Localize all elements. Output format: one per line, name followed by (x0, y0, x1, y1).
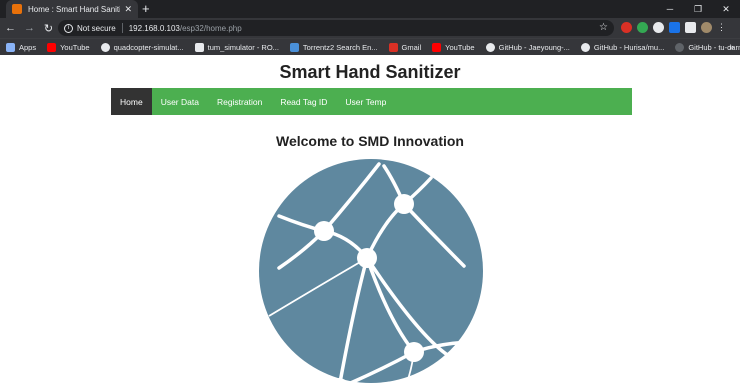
bookmark-star-icon[interactable]: ☆ (599, 22, 608, 33)
nav-user-data[interactable]: User Data (152, 88, 208, 115)
url-host[interactable]: 192.168.0.103 (129, 24, 180, 33)
new-tab-icon[interactable]: + (142, 2, 150, 15)
bookmark-youtube[interactable]: YouTube (432, 42, 475, 52)
bookmark-label: Torrentz2 Search En... (302, 42, 378, 52)
minimize-icon[interactable]: ─ (656, 0, 684, 18)
extensions-area: ⋮ (621, 22, 726, 33)
apps-grid-icon (6, 42, 15, 52)
omnibox-divider (121, 23, 123, 33)
bookmarks-overflow-icon[interactable]: » (729, 42, 734, 52)
extension-icon[interactable] (653, 22, 664, 33)
browser-chrome: Home : Smart Hand Sanitizer ✕ + ─ ❐ ✕ ← … (0, 0, 740, 55)
bookmark-github[interactable]: GitHub - Hurisa/mu... (580, 42, 665, 52)
nav-read-tag-id[interactable]: Read Tag ID (271, 88, 336, 115)
reload-icon[interactable]: ↻ (40, 20, 57, 37)
browser-toolbar: ← → ↻ i Not secure 192.168.0.103/esp32/h… (0, 18, 740, 38)
forward-icon[interactable]: → (21, 20, 38, 37)
github-icon (100, 42, 110, 52)
bookmark-github[interactable]: quadcopter-simulat... (100, 42, 184, 52)
gmail-icon (388, 42, 398, 52)
bookmark-apps[interactable]: Apps (6, 42, 37, 52)
bookmark-gmail[interactable]: Gmail (388, 42, 422, 52)
page-content: Smart Hand Sanitizer Home User Data Regi… (0, 55, 740, 391)
extension-icon[interactable] (669, 22, 680, 33)
bookmark-label: tum_simulator - RO... (207, 42, 279, 52)
network-node (357, 248, 377, 268)
bookmark-youtube[interactable]: YouTube (47, 42, 90, 52)
nav-registration[interactable]: Registration (208, 88, 271, 115)
ros-icon (194, 42, 204, 52)
bookmark-label: YouTube (445, 42, 475, 52)
bookmark-ros[interactable]: tum_simulator - RO... (194, 42, 279, 52)
nav-home[interactable]: Home (111, 88, 152, 115)
nav-user-temp[interactable]: User Temp (336, 88, 395, 115)
extension-icon[interactable] (621, 22, 632, 33)
youtube-icon (432, 42, 442, 52)
site-navbar: Home User Data Registration Read Tag ID … (111, 88, 632, 115)
tab-title: Home : Smart Hand Sanitizer (28, 4, 121, 14)
site-title: Smart Hand Sanitizer (279, 62, 461, 82)
extension-icon[interactable] (637, 22, 648, 33)
github-icon (580, 42, 590, 52)
bookmark-label: Gmail (401, 42, 422, 52)
network-node (314, 221, 334, 241)
window-controls: ─ ❐ ✕ (656, 0, 740, 18)
avatar[interactable] (701, 22, 712, 33)
security-label[interactable]: Not secure (77, 24, 116, 33)
url-path[interactable]: /esp32/home.php (180, 24, 242, 33)
youtube-icon (47, 42, 57, 52)
network-globe-logo (259, 159, 485, 386)
torrentz-icon (289, 42, 299, 52)
bookmark-label: Apps (19, 42, 37, 52)
bookmark-label: GitHub - Jaeyoung-... (498, 42, 570, 52)
network-node (467, 332, 485, 352)
puzzle-icon[interactable] (685, 22, 696, 33)
maximize-icon[interactable]: ❐ (684, 0, 712, 18)
tab-strip: Home : Smart Hand Sanitizer ✕ + ─ ❐ ✕ (0, 0, 740, 18)
bookmark-torrentz[interactable]: Torrentz2 Search En... (289, 42, 378, 52)
close-window-icon[interactable]: ✕ (712, 0, 740, 18)
network-node (404, 342, 424, 362)
bookmark-github[interactable]: GitHub - Jaeyoung-... (485, 42, 570, 52)
welcome-heading: Welcome to SMD Innovation (276, 133, 464, 149)
github-icon (675, 42, 685, 52)
bookmark-label: quadcopter-simulat... (113, 42, 184, 52)
bookmark-label: GitHub - Hurisa/mu... (593, 42, 665, 52)
close-tab-icon[interactable]: ✕ (124, 4, 132, 15)
favicon-icon (12, 4, 22, 14)
address-bar[interactable]: i Not secure 192.168.0.103/esp32/home.ph… (58, 20, 614, 36)
network-node (394, 194, 414, 214)
menu-kebab-icon[interactable]: ⋮ (717, 22, 726, 33)
bookmark-label: YouTube (60, 42, 90, 52)
github-icon (485, 42, 495, 52)
back-icon[interactable]: ← (2, 20, 19, 37)
info-icon[interactable]: i (64, 23, 73, 33)
bookmarks-bar: Apps YouTube quadcopter-simulat... tum_s… (0, 38, 740, 55)
browser-tab[interactable]: Home : Smart Hand Sanitizer ✕ (6, 0, 138, 18)
